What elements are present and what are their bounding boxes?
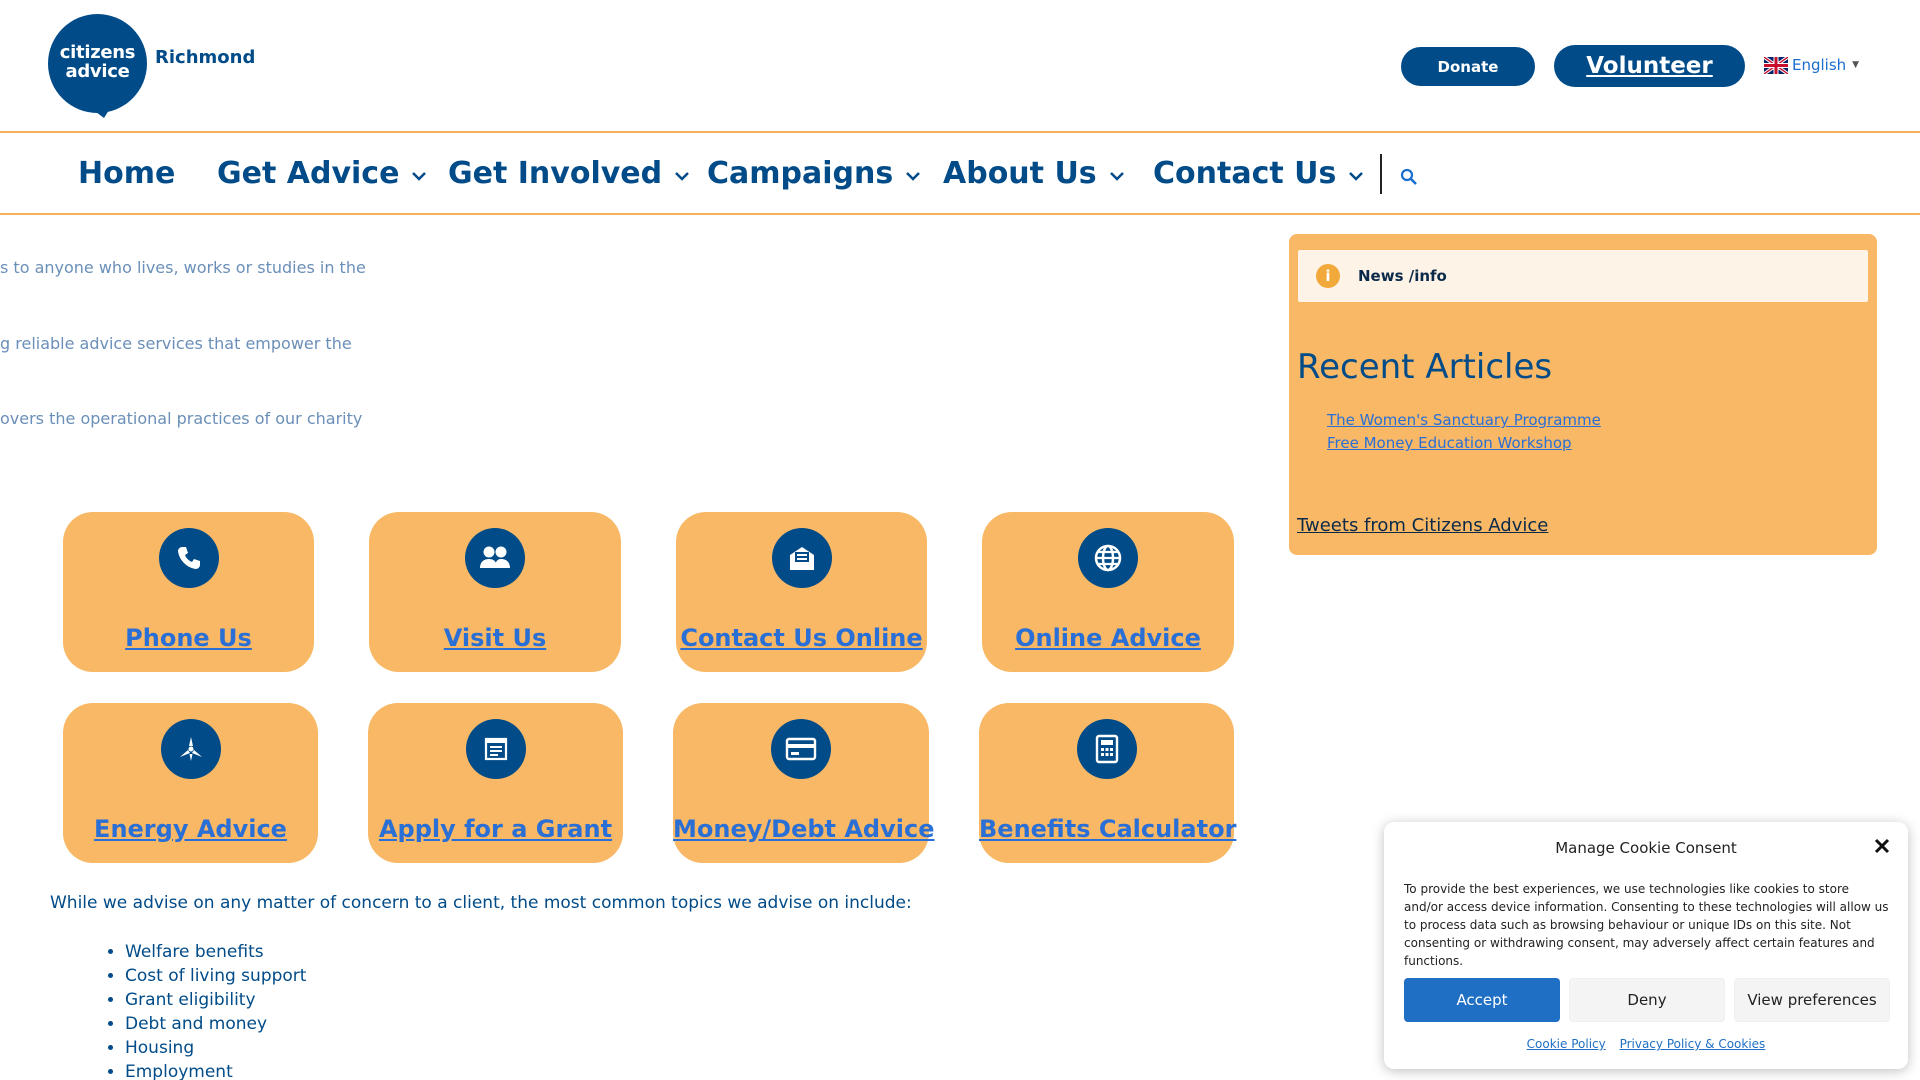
nav-divider xyxy=(1380,154,1382,194)
form-icon xyxy=(465,719,526,779)
nav-label: Campaigns xyxy=(707,156,894,191)
donate-button[interactable]: Donate xyxy=(1401,47,1535,86)
uk-flag-icon xyxy=(1764,56,1788,74)
search-icon[interactable] xyxy=(1399,167,1419,187)
logo-location: Richmond xyxy=(155,47,256,68)
nav-item-get-advice[interactable]: Get Advice xyxy=(217,156,427,191)
article-link[interactable]: Free Money Education Workshop xyxy=(1327,434,1572,452)
language-selector[interactable]: English ▼ xyxy=(1764,56,1859,74)
site-header: citizens advice Richmond Donate Voluntee… xyxy=(0,0,1920,133)
tile-label[interactable]: Apply for a Grant xyxy=(368,815,623,843)
tile-contact-us-online[interactable]: Contact Us Online xyxy=(676,512,927,672)
list-item: Cost of living support xyxy=(125,964,306,988)
tile-label[interactable]: Phone Us xyxy=(63,624,314,652)
tile-label[interactable]: Online Advice xyxy=(982,624,1234,652)
topics-intro: While we advise on any matter of concern… xyxy=(50,893,912,913)
cookie-consent-dialog: Manage Cookie Consent To provide the bes… xyxy=(1384,822,1908,1069)
topics-list: Welfare benefits Cost of living support … xyxy=(125,940,306,1080)
cookie-body: To provide the best experiences, we use … xyxy=(1404,882,1889,968)
tile-money-debt-advice[interactable]: Money/Debt Advice xyxy=(673,703,934,863)
caret-down-icon: ▼ xyxy=(1852,60,1860,70)
tile-label[interactable]: Contact Us Online xyxy=(676,624,927,652)
nav-item-about-us[interactable]: About Us xyxy=(943,156,1125,191)
list-item: Employment xyxy=(125,1060,306,1080)
logo-line-1: citizens xyxy=(59,42,136,63)
card-icon xyxy=(771,719,831,779)
tile-label[interactable]: Visit Us xyxy=(369,624,621,652)
tweets-link[interactable]: Tweets from Citizens Advice xyxy=(1297,515,1548,536)
nav-item-contact-us[interactable]: Contact Us xyxy=(1153,156,1364,191)
energy-icon xyxy=(160,719,221,779)
privacy-policy-link[interactable]: Privacy Policy & Cookies xyxy=(1620,1037,1766,1051)
intro-text-2: g reliable advice services that empower … xyxy=(0,334,352,353)
tile-apply-for-a-grant[interactable]: Apply for a Grant xyxy=(368,703,623,863)
site-logo[interactable]: citizens advice Richmond xyxy=(48,14,256,118)
news-info-bar: i News /info xyxy=(1298,250,1868,302)
nav-label: Get Advice xyxy=(217,156,400,191)
phone-icon xyxy=(158,528,219,588)
chevron-down-icon xyxy=(906,171,921,181)
cookie-links: Cookie Policy Privacy Policy & Cookies xyxy=(1384,1037,1908,1051)
people-icon xyxy=(465,528,525,588)
chevron-down-icon xyxy=(675,171,689,181)
list-item: Grant eligibility xyxy=(125,988,306,1012)
news-info-label: News /info xyxy=(1358,267,1447,285)
accept-button[interactable]: Accept xyxy=(1404,978,1560,1022)
recent-articles-title: Recent Articles xyxy=(1297,347,1553,387)
logo-wordmark: citizens advice xyxy=(48,43,147,81)
article-link[interactable]: The Women's Sanctuary Programme xyxy=(1327,411,1601,429)
nav-label: Contact Us xyxy=(1153,156,1337,191)
close-icon[interactable] xyxy=(1872,836,1892,856)
envelope-icon xyxy=(771,528,832,588)
logo-bubble: citizens advice xyxy=(48,14,147,118)
nav-label: Home xyxy=(78,156,176,191)
cookie-title: Manage Cookie Consent xyxy=(1555,839,1737,857)
tile-phone-us[interactable]: Phone Us xyxy=(63,512,314,672)
tile-label[interactable]: Money/Debt Advice xyxy=(673,815,934,843)
tile-benefits-calculator[interactable]: Benefits Calculator xyxy=(979,703,1236,863)
globe-icon xyxy=(1078,528,1138,588)
tile-energy-advice[interactable]: Energy Advice xyxy=(63,703,318,863)
intro-text-1: s to anyone who lives, works or studies … xyxy=(0,258,366,277)
list-item: Housing xyxy=(125,1036,306,1060)
tile-visit-us[interactable]: Visit Us xyxy=(369,512,621,672)
nav-label: About Us xyxy=(943,156,1097,191)
tile-online-advice[interactable]: Online Advice xyxy=(982,512,1234,672)
cookie-policy-link[interactable]: Cookie Policy xyxy=(1527,1037,1606,1051)
tile-label[interactable]: Benefits Calculator xyxy=(979,815,1236,843)
calculator-icon xyxy=(1076,719,1137,779)
view-preferences-button[interactable]: View preferences xyxy=(1734,978,1890,1022)
list-item: Debt and money xyxy=(125,1012,306,1036)
tile-label[interactable]: Energy Advice xyxy=(63,815,318,843)
nav-item-home[interactable]: Home xyxy=(78,156,175,191)
info-icon: i xyxy=(1316,264,1340,288)
language-label: English xyxy=(1792,56,1847,74)
chevron-down-icon xyxy=(1109,171,1124,181)
logo-line-2: advice xyxy=(65,61,130,82)
sidebar: i News /info Recent Articles The Women's… xyxy=(1289,234,1877,555)
list-item: Welfare benefits xyxy=(125,940,306,964)
volunteer-button[interactable]: Volunteer xyxy=(1554,45,1745,87)
nav-item-get-involved[interactable]: Get Involved xyxy=(448,156,690,191)
main-nav: Home Get Advice Get Involved Campaigns A… xyxy=(0,134,1920,215)
nav-item-campaigns[interactable]: Campaigns xyxy=(707,156,921,191)
chevron-down-icon xyxy=(1349,171,1364,181)
deny-button[interactable]: Deny xyxy=(1569,978,1725,1022)
chevron-down-icon xyxy=(412,171,427,181)
intro-text-3: overs the operational practices of our c… xyxy=(0,409,363,428)
nav-label: Get Involved xyxy=(448,156,663,191)
